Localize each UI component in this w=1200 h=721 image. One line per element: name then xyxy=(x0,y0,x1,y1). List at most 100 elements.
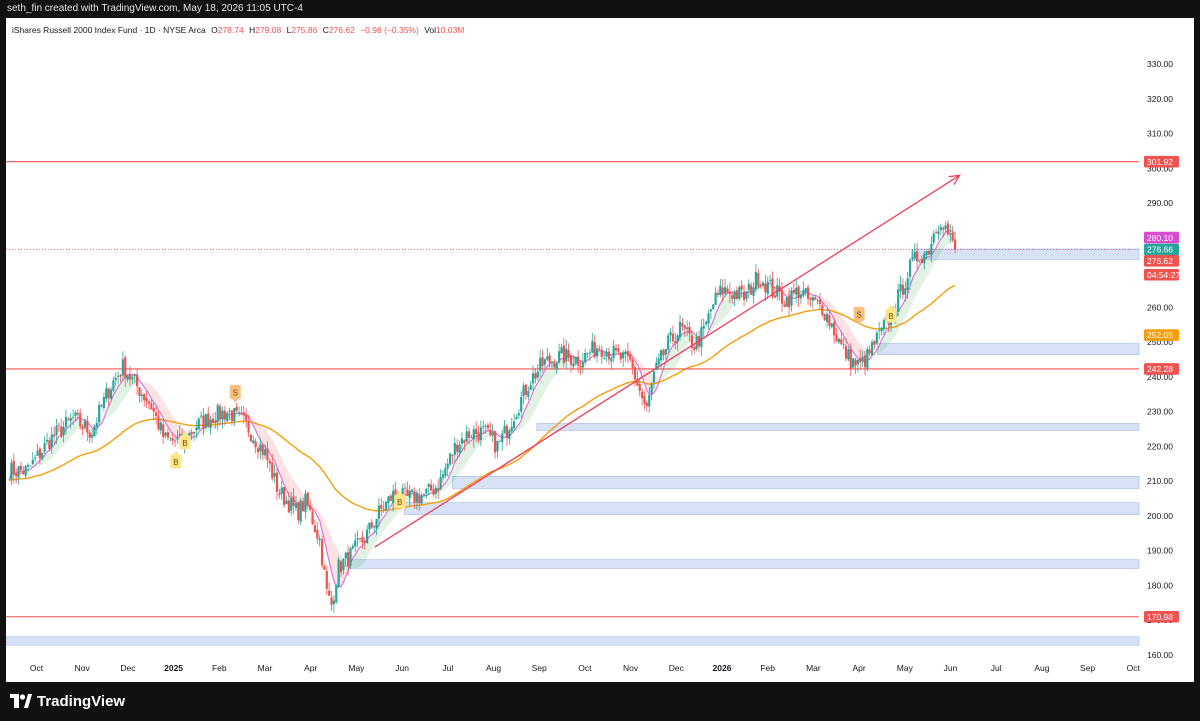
candle-body xyxy=(927,250,931,255)
candle-body xyxy=(477,432,480,441)
candle-body xyxy=(731,295,734,299)
candle-body xyxy=(34,457,37,459)
candle-body xyxy=(508,430,511,439)
candle-body xyxy=(152,407,155,412)
candle-body xyxy=(849,348,852,369)
candle-body xyxy=(439,477,442,490)
candle-body xyxy=(920,258,923,263)
candle-body xyxy=(844,345,848,359)
candle-body xyxy=(299,500,302,522)
candle-body xyxy=(785,297,788,307)
x-tick-label: Oct xyxy=(30,663,44,673)
candle-body xyxy=(631,359,634,368)
candle-body xyxy=(294,503,298,508)
candle-body xyxy=(565,348,568,362)
candle-body xyxy=(595,348,599,357)
candle-body xyxy=(228,410,231,412)
candle-body xyxy=(418,495,421,504)
candle-body xyxy=(420,495,423,504)
candle-body xyxy=(456,444,459,452)
candle-body xyxy=(387,496,390,504)
candle-body xyxy=(382,509,385,510)
candle-body xyxy=(254,441,257,448)
candle-body xyxy=(908,259,912,277)
brand-name: TradingView xyxy=(37,692,126,710)
candle-body xyxy=(202,415,205,429)
candle-body xyxy=(273,472,276,477)
candle-body xyxy=(906,278,909,290)
candle-body xyxy=(707,313,710,324)
candle-body xyxy=(546,356,549,360)
candle-body xyxy=(662,350,665,356)
candle-body xyxy=(221,410,224,420)
candle-body xyxy=(48,440,51,450)
candle-body xyxy=(140,394,143,397)
candle-body xyxy=(245,414,248,421)
ma-ribbon-segment xyxy=(118,383,121,408)
candle-body xyxy=(878,330,881,332)
candle-body xyxy=(560,347,563,354)
candle-body xyxy=(31,459,34,465)
candle-body xyxy=(67,418,70,420)
candle-body xyxy=(579,365,582,368)
price-chart[interactable]: BBSBSB330.00320.00310.00300.00290.00280.… xyxy=(6,18,1194,682)
price-label-text: 280.10 xyxy=(1147,233,1173,243)
candle-body xyxy=(223,410,226,420)
x-tick-label: Jul xyxy=(991,663,1002,673)
candle-body xyxy=(745,291,748,299)
ma-ribbon-segment xyxy=(926,256,929,277)
y-tick-label: 320.00 xyxy=(1147,94,1173,104)
candle-body xyxy=(29,465,32,467)
support-zone xyxy=(349,559,1140,569)
x-tick-label: Nov xyxy=(623,663,639,673)
candle-body xyxy=(306,492,309,506)
symbol-legend: iShares Russell 2000 Index Fund · 1D · N… xyxy=(12,25,464,35)
candle-body xyxy=(271,462,274,479)
candle-body xyxy=(41,452,44,459)
candle-body xyxy=(759,284,762,286)
candle-body xyxy=(572,363,575,367)
candle-body xyxy=(773,295,776,298)
candle-body xyxy=(126,375,129,380)
candle-body xyxy=(325,570,328,589)
tradingview-logo[interactable]: TradingView xyxy=(10,690,125,712)
x-tick-label: 2025 xyxy=(164,663,183,673)
signal-marker-b: B xyxy=(170,451,182,469)
candle-body xyxy=(356,538,359,540)
candle-body xyxy=(750,285,753,295)
candle-body xyxy=(413,491,416,503)
close-value: 276.62 xyxy=(328,25,355,35)
candle-body xyxy=(93,426,96,436)
candle-body xyxy=(17,466,20,478)
candle-body xyxy=(133,375,136,377)
candle-body xyxy=(320,539,324,566)
candle-body xyxy=(173,440,177,442)
candle-body xyxy=(226,412,229,422)
candle-body xyxy=(942,228,945,230)
candle-body xyxy=(683,325,686,329)
candle-body xyxy=(534,373,537,379)
open-label: O xyxy=(211,25,218,35)
candle-body xyxy=(292,496,295,506)
candle-body xyxy=(354,540,357,547)
candle-body xyxy=(53,434,56,437)
candle-body xyxy=(207,413,210,427)
candle-body xyxy=(517,413,520,416)
candle-body xyxy=(591,340,594,353)
candle-body xyxy=(659,350,663,361)
candle-body xyxy=(823,314,826,321)
y-tick-label: 220.00 xyxy=(1147,441,1173,451)
candle-body xyxy=(875,332,878,344)
price-label-text: 170.98 xyxy=(1147,612,1173,622)
trend-line xyxy=(374,174,960,548)
candle-body xyxy=(361,536,364,543)
price-label: 280.10 xyxy=(1144,231,1179,244)
candle-body xyxy=(951,233,954,241)
candle-body xyxy=(925,251,928,255)
candle-body xyxy=(622,352,625,359)
candle-body xyxy=(797,286,800,298)
candle-body xyxy=(835,334,838,342)
candle-body xyxy=(593,342,596,357)
candle-body xyxy=(339,561,343,573)
candle-body xyxy=(802,290,805,296)
